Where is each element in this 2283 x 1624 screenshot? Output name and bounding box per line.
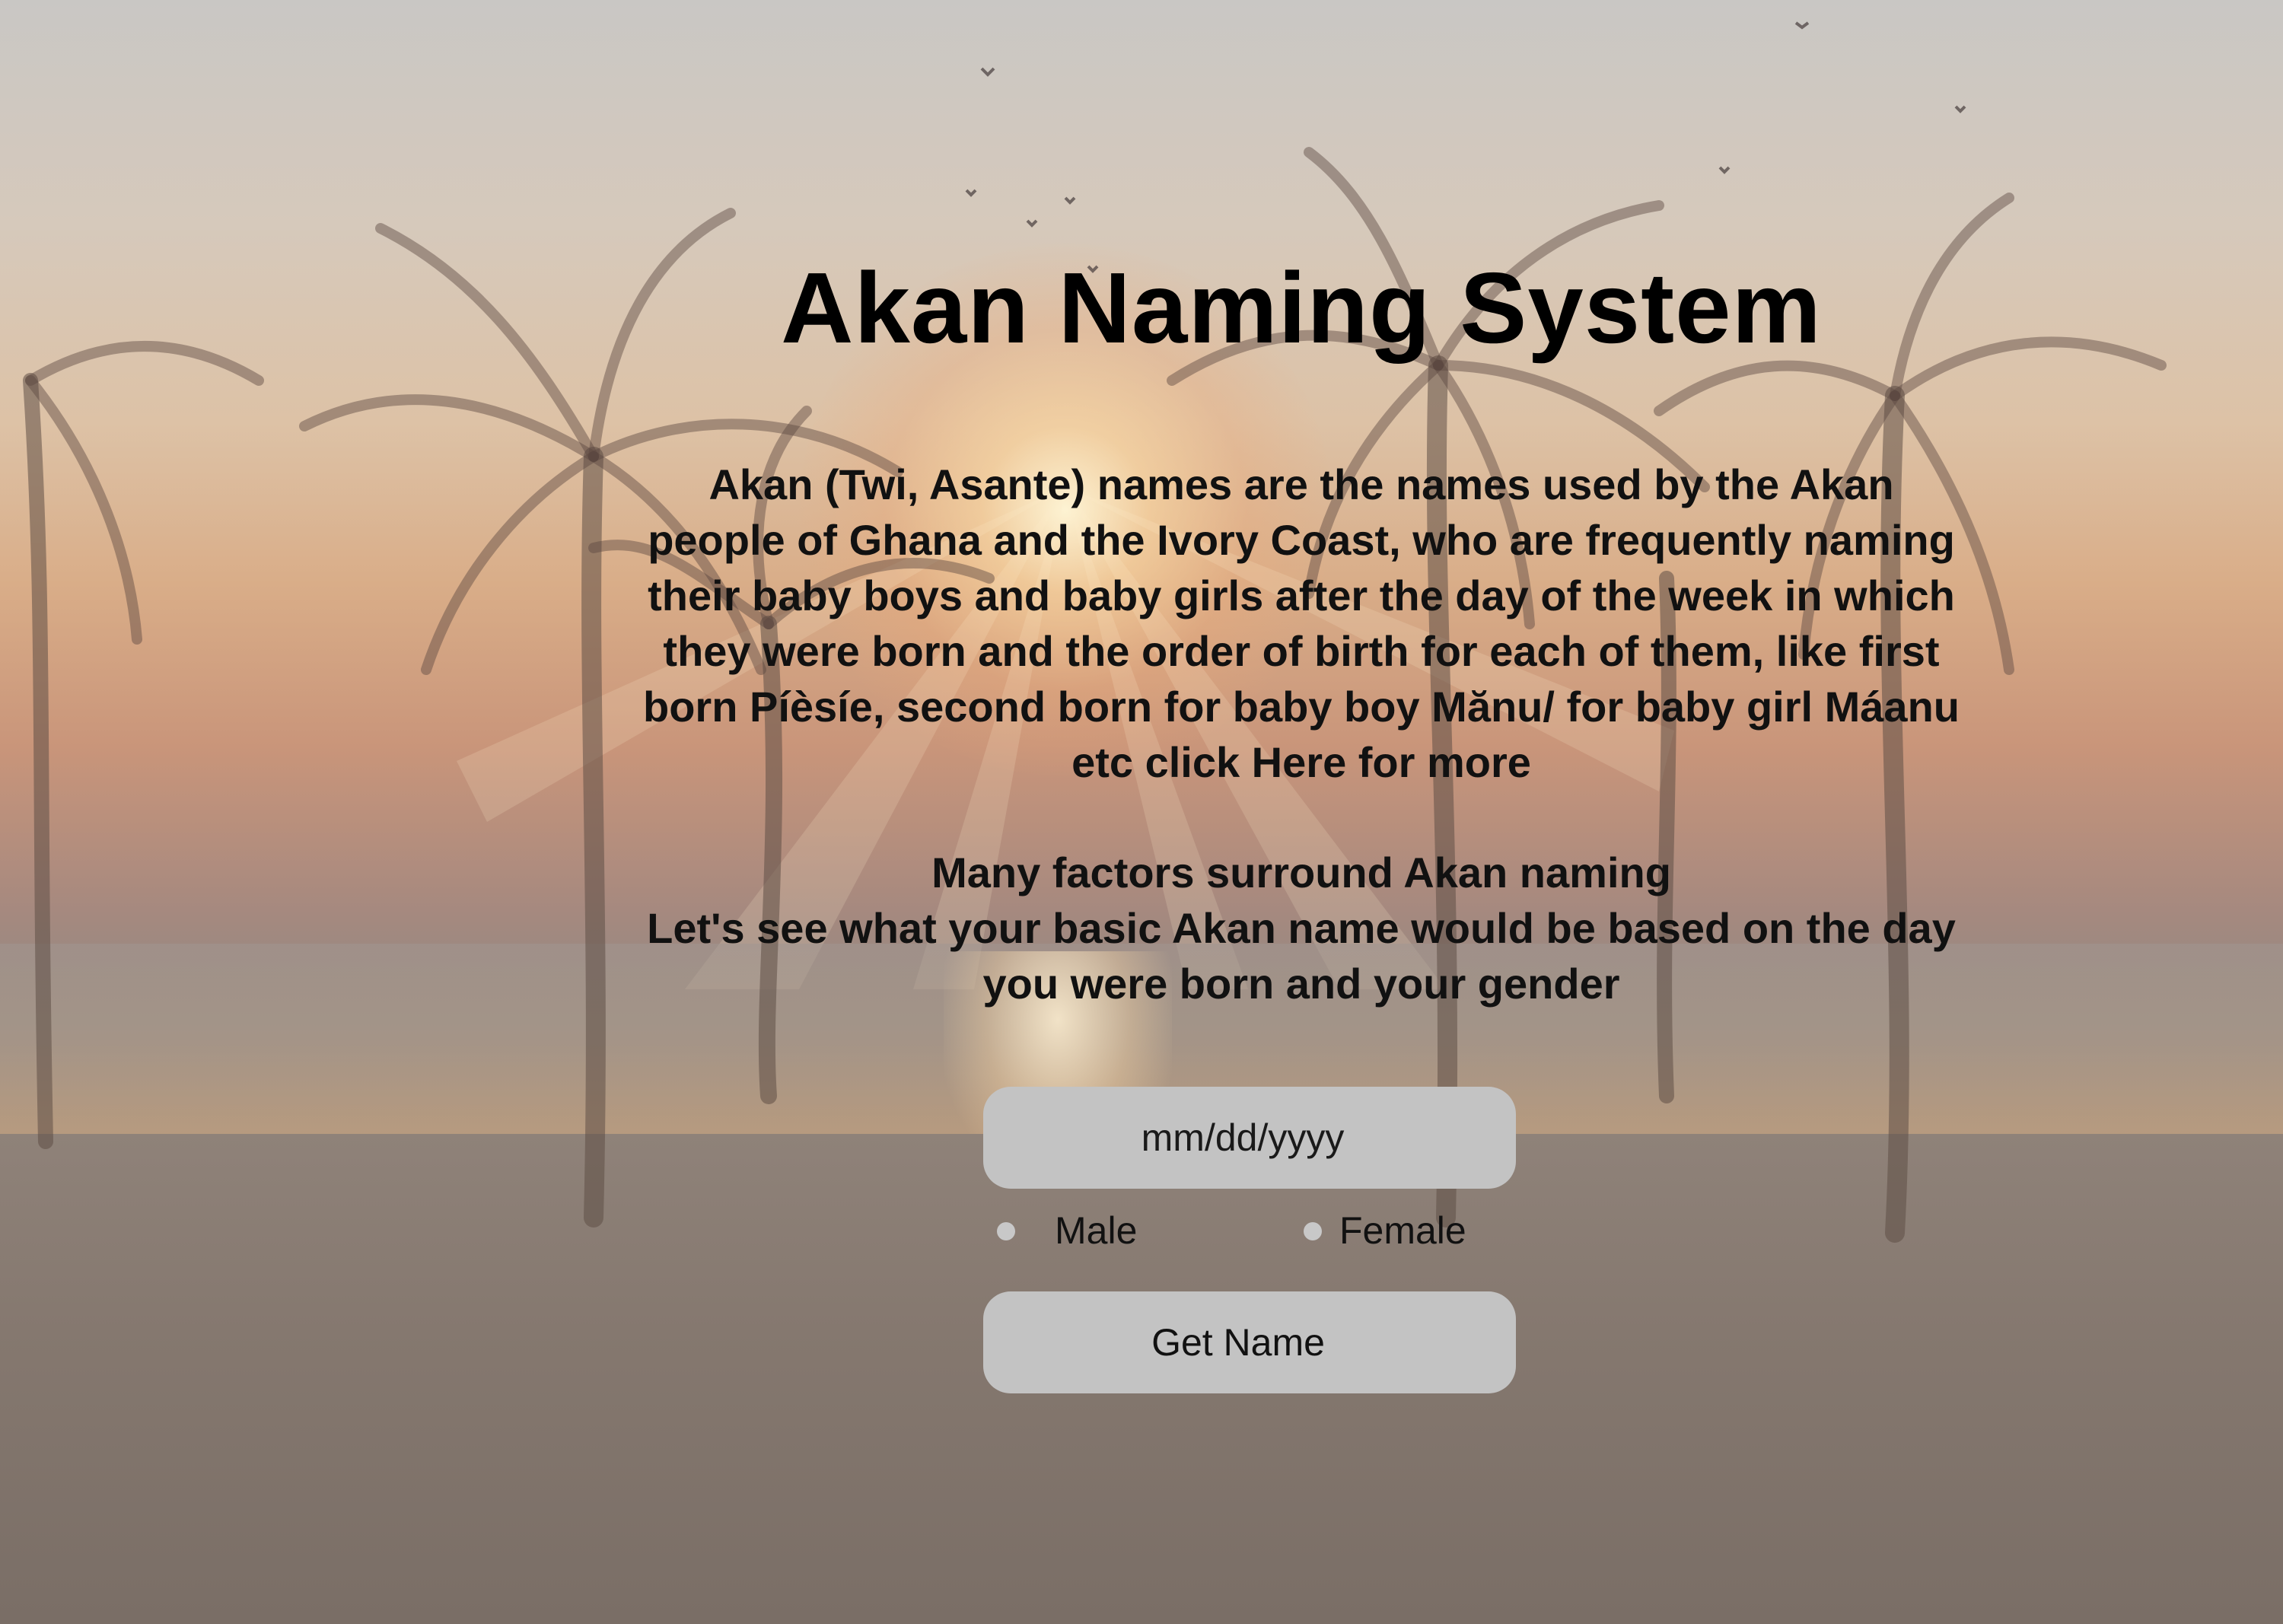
intro-line: born Píèsíe, second born for baby boy Mă… <box>643 683 1960 731</box>
birth-date-input[interactable] <box>983 1087 1516 1189</box>
intro-paragraph: Akan (Twi, Asante) names are the names u… <box>586 457 2017 790</box>
factors-line: you were born and your gender <box>982 960 1620 1008</box>
factors-line: Let's see what your basic Akan name woul… <box>647 904 1956 952</box>
intro-line: their baby boys and baby girls after the… <box>648 572 1955 619</box>
factors-line: Many factors surround Akan naming <box>931 849 1671 896</box>
intro-line: they were born and the order of birth fo… <box>663 627 1940 675</box>
factors-paragraph: Many factors surround Akan naming Let's … <box>586 845 2017 1011</box>
female-radio[interactable] <box>1304 1222 1322 1240</box>
page-title: Akan Naming System <box>781 252 1822 364</box>
intro-line: Akan (Twi, Asante) names are the names u… <box>708 460 1894 508</box>
male-radio[interactable] <box>997 1222 1015 1240</box>
male-radio-label: Male <box>1055 1209 1138 1252</box>
intro-line: people of Ghana and the Ivory Coast, who… <box>648 516 1955 564</box>
intro-line-more-link[interactable]: etc click Here for more <box>586 734 2017 790</box>
get-name-button[interactable]: Get Name <box>983 1291 1516 1393</box>
page-content: Akan Naming System Akan (Twi, Asante) na… <box>0 0 2283 1624</box>
female-radio-label: Female <box>1339 1209 1466 1252</box>
